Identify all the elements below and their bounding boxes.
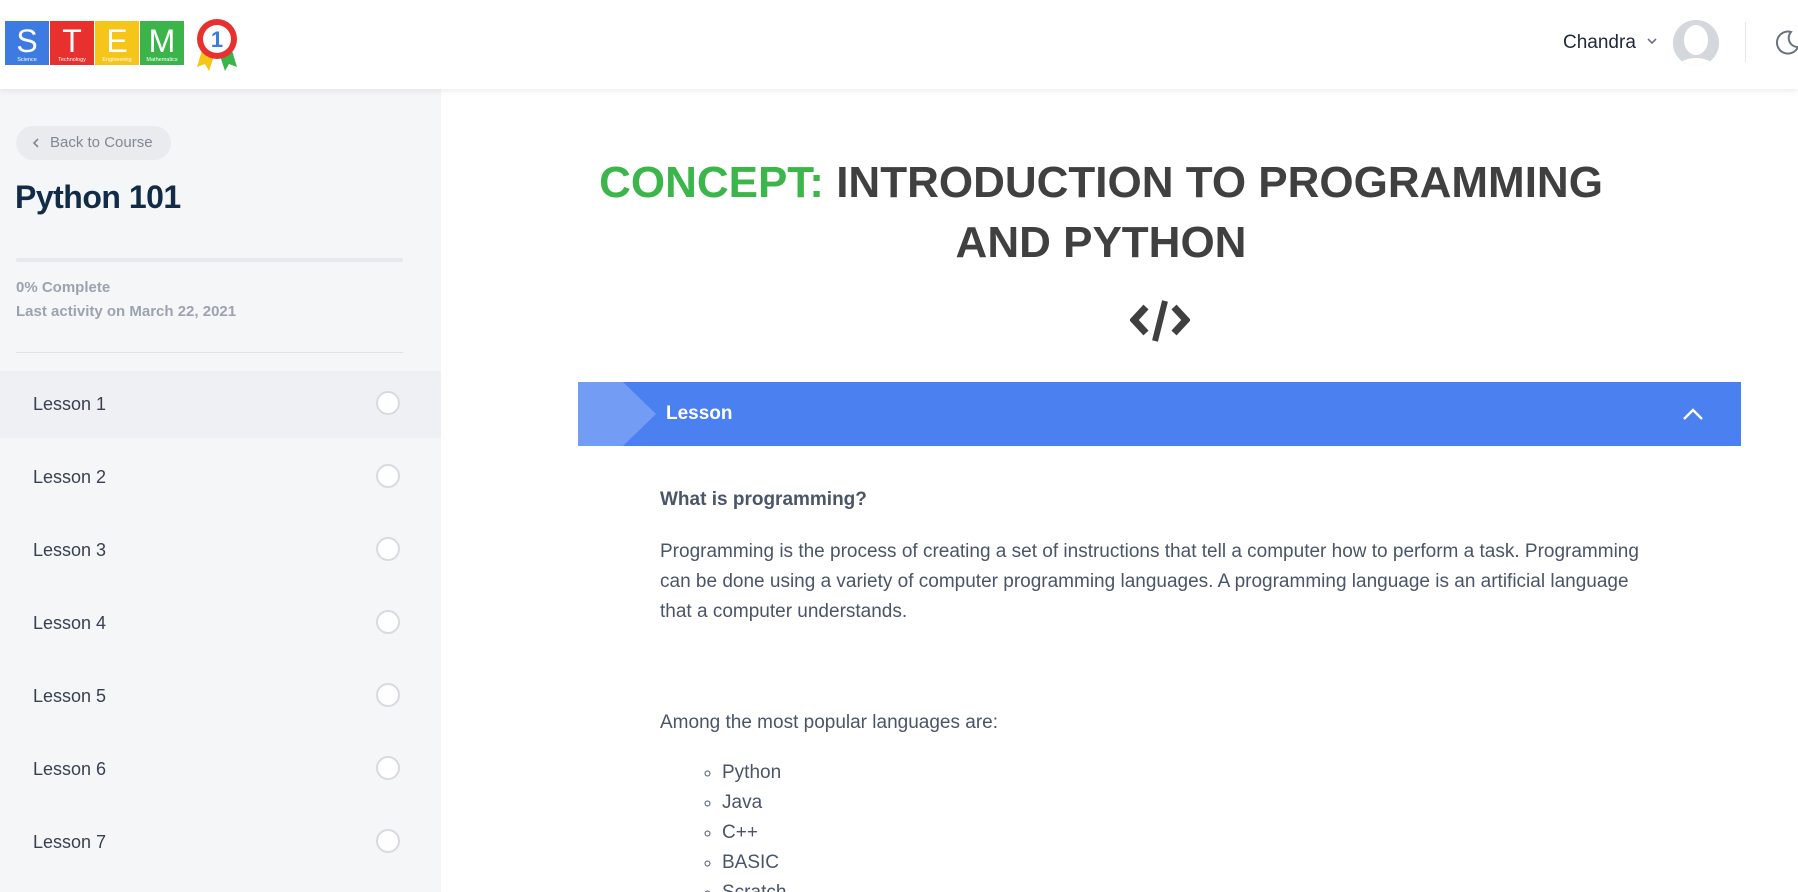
logo-subtitle: Mathematics — [146, 57, 178, 63]
paragraph: Among the most popular languages are: — [660, 712, 998, 733]
lesson-label: Lesson 5 — [33, 686, 107, 706]
list-item: BASIC — [722, 848, 786, 878]
lesson-label: Lesson 6 — [33, 759, 107, 779]
header-divider — [1745, 22, 1746, 62]
lesson-content-area: CONCEPT: INTRODUCTION TO PROGRAMMING AND… — [441, 89, 1798, 892]
lesson-status-circle-icon — [376, 610, 400, 634]
logo-letter: T — [62, 23, 82, 59]
lesson-status-circle-icon — [376, 756, 400, 780]
sidebar-item-lesson-7[interactable]: Lesson 7 — [0, 809, 441, 882]
paragraph: Programming is the process of creating a… — [660, 541, 1639, 622]
logo-tile-e: E Engineering — [95, 21, 139, 65]
progress-bar — [16, 258, 403, 262]
lesson-status-circle-icon — [376, 464, 400, 488]
logo-letter: E — [106, 23, 128, 59]
lesson-label: Lesson 3 — [33, 540, 107, 560]
lesson-label: Lesson 1 — [33, 394, 107, 414]
sidebar-item-lesson-5[interactable]: Lesson 5 — [0, 663, 441, 736]
stem-logo[interactable]: S Science T Technology E Engineering M M… — [5, 17, 239, 73]
lesson-label: Lesson 7 — [33, 832, 107, 852]
lesson-status-circle-icon — [376, 537, 400, 561]
progress-text: 0% Complete — [16, 279, 111, 296]
lesson-status-circle-icon — [376, 683, 400, 707]
top-header: S Science T Technology E Engineering M M… — [0, 0, 1798, 89]
logo-tile-m: M Mathematics — [140, 21, 184, 65]
chevron-up-icon[interactable] — [1681, 404, 1705, 424]
last-activity: Last activity on March 22, 2021 — [16, 303, 237, 320]
language-list: Python Java C++ BASIC Scratch — [660, 758, 786, 892]
lesson-body: What is programming? Programming is the … — [660, 489, 1640, 892]
lesson-accordion-header[interactable]: Lesson — [578, 382, 1741, 446]
chevron-down-icon[interactable] — [1644, 33, 1660, 49]
logo-letter: S — [16, 23, 38, 59]
accordion-tab-shape — [578, 382, 656, 446]
section-heading: What is programming? — [660, 489, 867, 510]
page-title: CONCEPT: INTRODUCTION TO PROGRAMMING AND… — [581, 153, 1621, 273]
medal-number: 1 — [211, 27, 223, 52]
course-title: Python 101 — [15, 179, 181, 215]
list-item: Java — [722, 788, 786, 818]
back-label: Back to Course — [50, 134, 153, 151]
sidebar-item-lesson-1[interactable]: Lesson 1 — [0, 371, 441, 438]
logo-tile-s: S Science — [5, 21, 49, 65]
user-name[interactable]: Chandra — [1563, 32, 1636, 54]
logo-subtitle: Technology — [58, 57, 86, 63]
lesson-status-circle-icon — [376, 829, 400, 853]
list-item: C++ — [722, 818, 786, 848]
medal-icon: 1 — [197, 19, 237, 71]
code-icon — [1130, 300, 1190, 342]
logo-letter: M — [148, 23, 176, 59]
list-item: Python — [722, 758, 786, 788]
user-silhouette-icon — [1673, 20, 1719, 66]
chevron-left-icon — [32, 138, 39, 148]
list-item: Scratch — [722, 878, 786, 892]
logo-subtitle: Science — [17, 57, 37, 63]
sidebar-item-lesson-3[interactable]: Lesson 3 — [0, 517, 441, 590]
lesson-list: Lesson 1 Lesson 2 Lesson 3 Lesson 4 Less… — [0, 371, 441, 882]
sidebar-item-lesson-2[interactable]: Lesson 2 — [0, 444, 441, 517]
moon-icon[interactable] — [1772, 28, 1798, 58]
lesson-status-circle-icon — [376, 391, 400, 415]
sidebar-item-lesson-6[interactable]: Lesson 6 — [0, 736, 441, 809]
sidebar-divider — [16, 352, 403, 353]
course-sidebar: Back to Course Python 101 0% Complete La… — [0, 89, 441, 892]
logo-tile-t: T Technology — [50, 21, 94, 65]
title-prefix: CONCEPT: — [599, 158, 824, 207]
lesson-label: Lesson 2 — [33, 467, 107, 487]
sidebar-item-lesson-4[interactable]: Lesson 4 — [0, 590, 441, 663]
title-text: INTRODUCTION TO PROGRAMMING AND PYTHON — [836, 158, 1603, 267]
back-to-course-button[interactable]: Back to Course — [16, 126, 171, 160]
lesson-label: Lesson 4 — [33, 613, 107, 633]
avatar[interactable] — [1673, 20, 1719, 66]
accordion-label: Lesson — [666, 403, 733, 424]
logo-subtitle: Engineering — [102, 57, 132, 63]
